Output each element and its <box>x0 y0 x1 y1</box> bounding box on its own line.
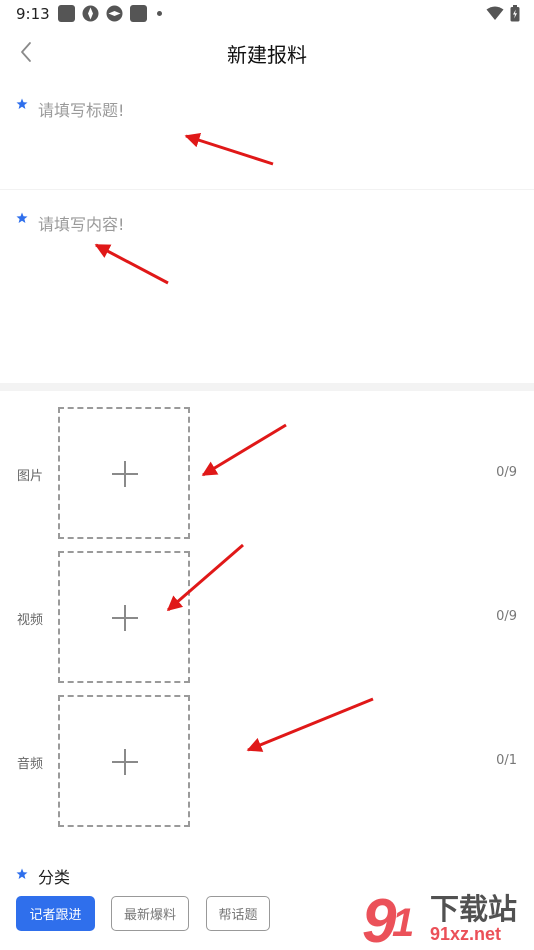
watermark-logo: 9 1 下载站 91xz.net <box>360 884 534 950</box>
notification-icons <box>58 5 162 22</box>
category-chip-reporter-follow[interactable]: 记者跟进 <box>16 896 95 931</box>
title-placeholder: 请填写标题! <box>38 101 125 120</box>
add-video-button[interactable] <box>58 551 190 683</box>
required-star-icon <box>16 868 28 879</box>
category-chip-topic[interactable]: 帮话题 <box>206 896 270 931</box>
media-label: 音频 <box>17 757 44 772</box>
category-title: 分类 <box>38 868 71 887</box>
media-row-image: 图片 0/9 <box>0 407 534 541</box>
status-bar: 9:13 <box>0 0 534 28</box>
required-star-icon <box>16 98 28 109</box>
media-label: 图片 <box>17 469 44 484</box>
app-notification-icon <box>130 5 147 22</box>
svg-text:1: 1 <box>392 901 414 945</box>
battery-charging-icon <box>510 5 520 22</box>
aperture-icon <box>106 5 123 22</box>
watermark-domain: 91xz.net <box>430 924 502 944</box>
media-row-video: 视频 0/9 <box>0 551 534 685</box>
title-input[interactable]: 请填写标题! <box>0 86 534 188</box>
media-label: 视频 <box>17 613 44 628</box>
media-row-audio: 音频 0/1 <box>0 695 534 829</box>
add-image-button[interactable] <box>58 407 190 539</box>
watermark-brand: 下载站 <box>430 892 518 926</box>
plus-icon <box>112 461 138 487</box>
media-count: 0/9 <box>496 465 517 480</box>
nav-bar: 新建报料 <box>0 28 534 76</box>
plus-icon <box>112 605 138 631</box>
content-placeholder: 请填写内容! <box>38 215 125 234</box>
divider <box>0 189 534 190</box>
media-count: 0/9 <box>496 609 517 624</box>
category-chip-latest[interactable]: 最新爆料 <box>111 896 189 931</box>
status-time: 9:13 <box>16 5 50 23</box>
system-icons <box>486 5 520 22</box>
more-notifications-icon <box>157 11 162 16</box>
content-input[interactable]: 请填写内容! <box>0 200 534 382</box>
wifi-icon <box>486 6 504 20</box>
page-title: 新建报料 <box>227 43 307 67</box>
app-notification-icon <box>58 5 75 22</box>
media-count: 0/1 <box>496 753 517 768</box>
add-audio-button[interactable] <box>58 695 190 827</box>
required-star-icon <box>16 212 28 223</box>
aperture-icon <box>82 5 99 22</box>
plus-icon <box>112 749 138 775</box>
section-divider <box>0 383 534 391</box>
